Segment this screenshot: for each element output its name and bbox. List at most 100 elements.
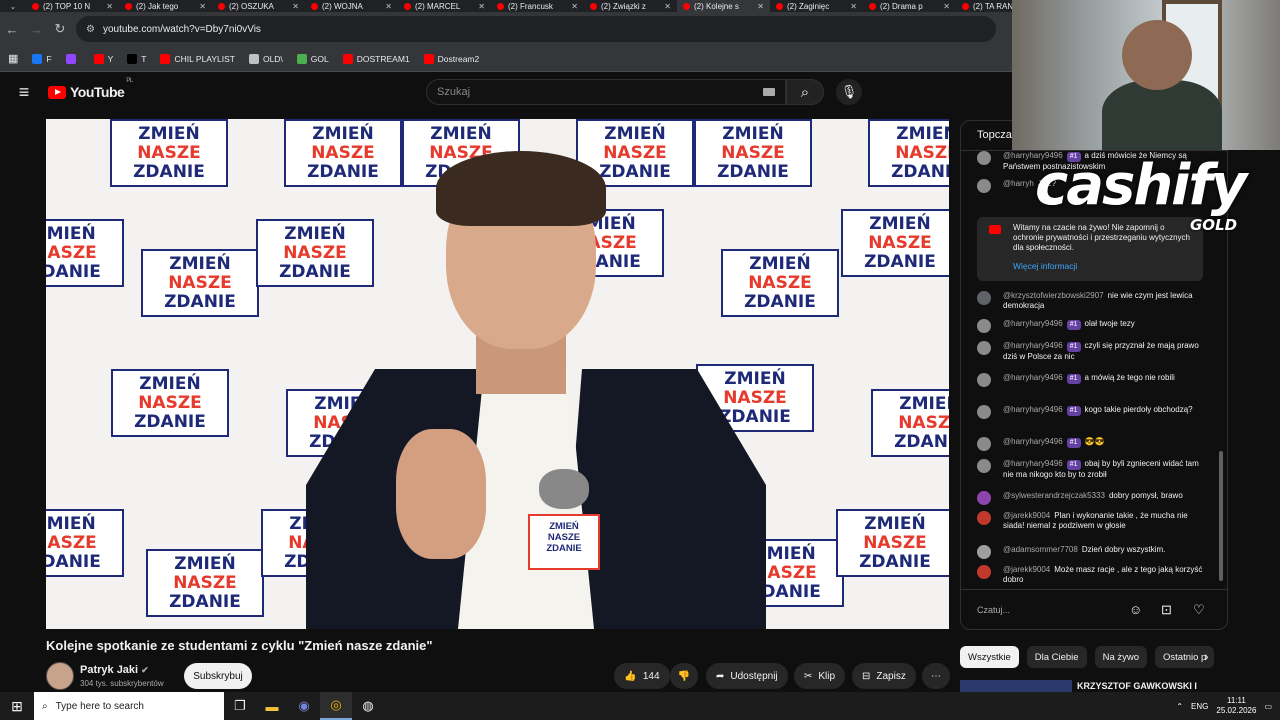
subscribe-button[interactable]: Subskrybuj	[184, 663, 252, 689]
more-info-link[interactable]: Więcej informacji	[1013, 261, 1195, 271]
bookmark-item[interactable]: CHIL PLAYLIST	[160, 53, 235, 64]
chat-message[interactable]: @jarekk9004 Plan i wykonanie takie , że m…	[975, 511, 1205, 531]
tab-close-icon[interactable]: ✕	[757, 2, 764, 11]
chat-author[interactable]: @harryhary9496	[1003, 373, 1063, 382]
chat-input[interactable]: Czatuj...	[977, 600, 1127, 622]
tab-close-icon[interactable]: ✕	[478, 2, 485, 11]
bookmark-item[interactable]: F	[32, 53, 52, 64]
file-explorer-icon[interactable]: ▬	[256, 692, 288, 720]
chat-author[interactable]: @jarekk9004	[1003, 511, 1050, 520]
windows-start-icon[interactable]: ⊞	[0, 698, 34, 715]
chat-author[interactable]: @harryhary9496	[1003, 319, 1063, 328]
tab-close-icon[interactable]: ✕	[199, 2, 206, 11]
bookmark-item[interactable]: Y	[93, 53, 114, 64]
browser-tab[interactable]: (2) Kolejne s ✕	[677, 0, 770, 12]
language-indicator[interactable]: ENG	[1191, 702, 1208, 711]
chat-author[interactable]: @harryhary9496	[1003, 437, 1063, 446]
emoji-icon[interactable]: ☺	[1129, 602, 1142, 617]
tab-close-icon[interactable]: ✕	[850, 2, 857, 11]
chat-author[interactable]: @sylwesterandrzejczak5333	[1003, 491, 1105, 500]
filter-chip[interactable]: Na żywo	[1094, 646, 1148, 668]
tab-close-icon[interactable]: ✕	[943, 2, 950, 11]
back-icon[interactable]: ←	[0, 22, 24, 37]
search-input[interactable]: Szukaj	[426, 79, 786, 105]
browser-tab[interactable]: (2) Jak tego ✕	[119, 0, 212, 12]
filter-chip[interactable]: Dla Ciebie	[1026, 646, 1087, 668]
channel-avatar[interactable]	[46, 662, 74, 690]
browser-tab[interactable]: (2) MARCEL ✕	[398, 0, 491, 12]
more-actions-button[interactable]: ⋯	[922, 663, 950, 689]
super-chat-icon[interactable]: ⊡	[1161, 602, 1172, 618]
video-player[interactable]: ZMIEŃ NASZE ZDANIE ZMIEŃ NASZE ZDANIE ZMIEŃ NAS…	[46, 119, 949, 629]
microphone-icon[interactable]: 🎙	[836, 79, 862, 105]
task-view-icon[interactable]: ❐	[224, 692, 256, 720]
chat-message[interactable]: @adamsommer7708 Dzień dobry wszystkim.	[975, 545, 1205, 559]
bookmark-label: Y	[107, 53, 114, 64]
tab-close-icon[interactable]: ✕	[292, 2, 299, 11]
chat-author[interactable]: @adamsommer7708	[1003, 545, 1078, 554]
notification-icon[interactable]: ▭	[1264, 702, 1272, 711]
tab-close-icon[interactable]: ✕	[664, 2, 671, 11]
chat-author[interactable]: @harryhary9496	[1003, 405, 1063, 414]
recommended-thumbnail[interactable]	[960, 680, 1072, 692]
youtube-logo[interactable]: YouTube PL	[48, 78, 133, 100]
filter-chip[interactable]: Wszystkie	[960, 646, 1019, 668]
chat-message[interactable]: @harryhary9496 #1 obaj by byli zgnieceni w…	[975, 459, 1205, 480]
bookmark-item[interactable]: Dostream2	[423, 53, 479, 64]
bookmark-item[interactable]: OLD\	[248, 53, 283, 64]
bookmark-item[interactable]: DOSTREAM1	[342, 53, 410, 64]
chat-message[interactable]: @harryhary9496 #1 a mówią że tego nie robi…	[975, 373, 1205, 387]
chat-message[interactable]: @harryhary9496 #1 kogo takie pierdoły obch…	[975, 405, 1205, 419]
recommendation-chips: Wszystkie Dla Ciebie Na żywo Ostatnio p	[960, 646, 1215, 668]
site-info-icon[interactable]: ⚙	[86, 24, 95, 35]
url-field[interactable]: ⚙ youtube.com/watch?v=Dby7ni0vVis	[76, 16, 996, 42]
recommended-title[interactable]: KRZYSZTOF GAWKOWSKI I	[1077, 681, 1197, 691]
channel-name[interactable]: Patryk Jaki ✔	[80, 664, 149, 676]
chat-message[interactable]: @harryhary9496 #1 czyli się przyznał że ma…	[975, 341, 1205, 362]
browser-tab[interactable]: (2) Zaginięc ✕	[770, 0, 863, 12]
search-button[interactable]: ⌕	[786, 79, 824, 105]
tab-close-icon[interactable]: ✕	[571, 2, 578, 11]
share-button[interactable]: ➦ Udostępnij	[706, 663, 788, 689]
chat-author[interactable]: @krzysztofwierzbowski2907	[1003, 291, 1104, 300]
chat-author[interactable]: @harryhary9496	[1003, 459, 1063, 468]
tab-close-icon[interactable]: ✕	[385, 2, 392, 11]
obs-icon[interactable]: ◍	[352, 692, 384, 720]
menu-icon[interactable]: ≡	[0, 82, 48, 103]
browser-tab[interactable]: (2) OSZUKA ✕	[212, 0, 305, 12]
chrome-icon[interactable]: ◎	[320, 692, 352, 720]
browser-tab[interactable]: (2) TOP 10 N ✕	[26, 0, 119, 12]
discord-icon[interactable]: ◉	[288, 692, 320, 720]
keyboard-icon[interactable]	[763, 88, 775, 96]
apps-grid-icon[interactable]: ▦	[8, 52, 18, 65]
chevron-right-icon[interactable]: ›	[1204, 648, 1209, 664]
chat-message[interactable]: @harryhary9496 #1 😎😎	[975, 437, 1205, 451]
taskbar-search-input[interactable]: ⌕ Type here to search	[34, 692, 224, 720]
like-button[interactable]: 👍 144	[614, 663, 670, 689]
chat-message[interactable]: @krzysztofwierzbowski2907 nie wie czym je…	[975, 291, 1205, 311]
chat-author[interactable]: @harryh	[1003, 179, 1034, 188]
chat-message[interactable]: @jarekk9004 Może masz racje , ale z tego …	[975, 565, 1205, 585]
save-button[interactable]: ⊟ Zapisz	[852, 663, 916, 689]
bookmark-item[interactable]: GOL	[296, 53, 329, 64]
tab-close-icon[interactable]: ✕	[106, 2, 113, 11]
chat-author[interactable]: @harryhary9496	[1003, 341, 1063, 350]
clip-button[interactable]: ✂ Klip	[794, 663, 846, 689]
dislike-button[interactable]: 👎	[670, 663, 698, 689]
bookmark-item[interactable]	[65, 53, 80, 64]
browser-tab[interactable]: (2) WOJNA ✕	[305, 0, 398, 12]
reload-icon[interactable]: ↻	[48, 21, 72, 37]
chat-scrollbar[interactable]	[1219, 451, 1223, 581]
tray-chevron-icon[interactable]: ⌃	[1176, 702, 1183, 711]
clock[interactable]: 11:11 25.02.2026	[1216, 696, 1256, 716]
browser-tab[interactable]: (2) Francusk ✕	[491, 0, 584, 12]
forward-icon[interactable]: →	[24, 22, 48, 37]
bookmark-item[interactable]: T	[127, 53, 146, 64]
chat-author[interactable]: @jarekk9004	[1003, 565, 1050, 574]
heart-icon[interactable]: ♡	[1193, 602, 1205, 618]
tab-search-icon[interactable]: ⌄	[0, 2, 26, 11]
chat-message[interactable]: @sylwesterandrzejczak5333 dobry pomysł, b…	[975, 491, 1205, 505]
browser-tab[interactable]: (2) Drama p ✕	[863, 0, 956, 12]
chat-message[interactable]: @harryhary9496 #1 olał twoje tezy	[975, 319, 1205, 333]
browser-tab[interactable]: (2) Związki z ✕	[584, 0, 677, 12]
